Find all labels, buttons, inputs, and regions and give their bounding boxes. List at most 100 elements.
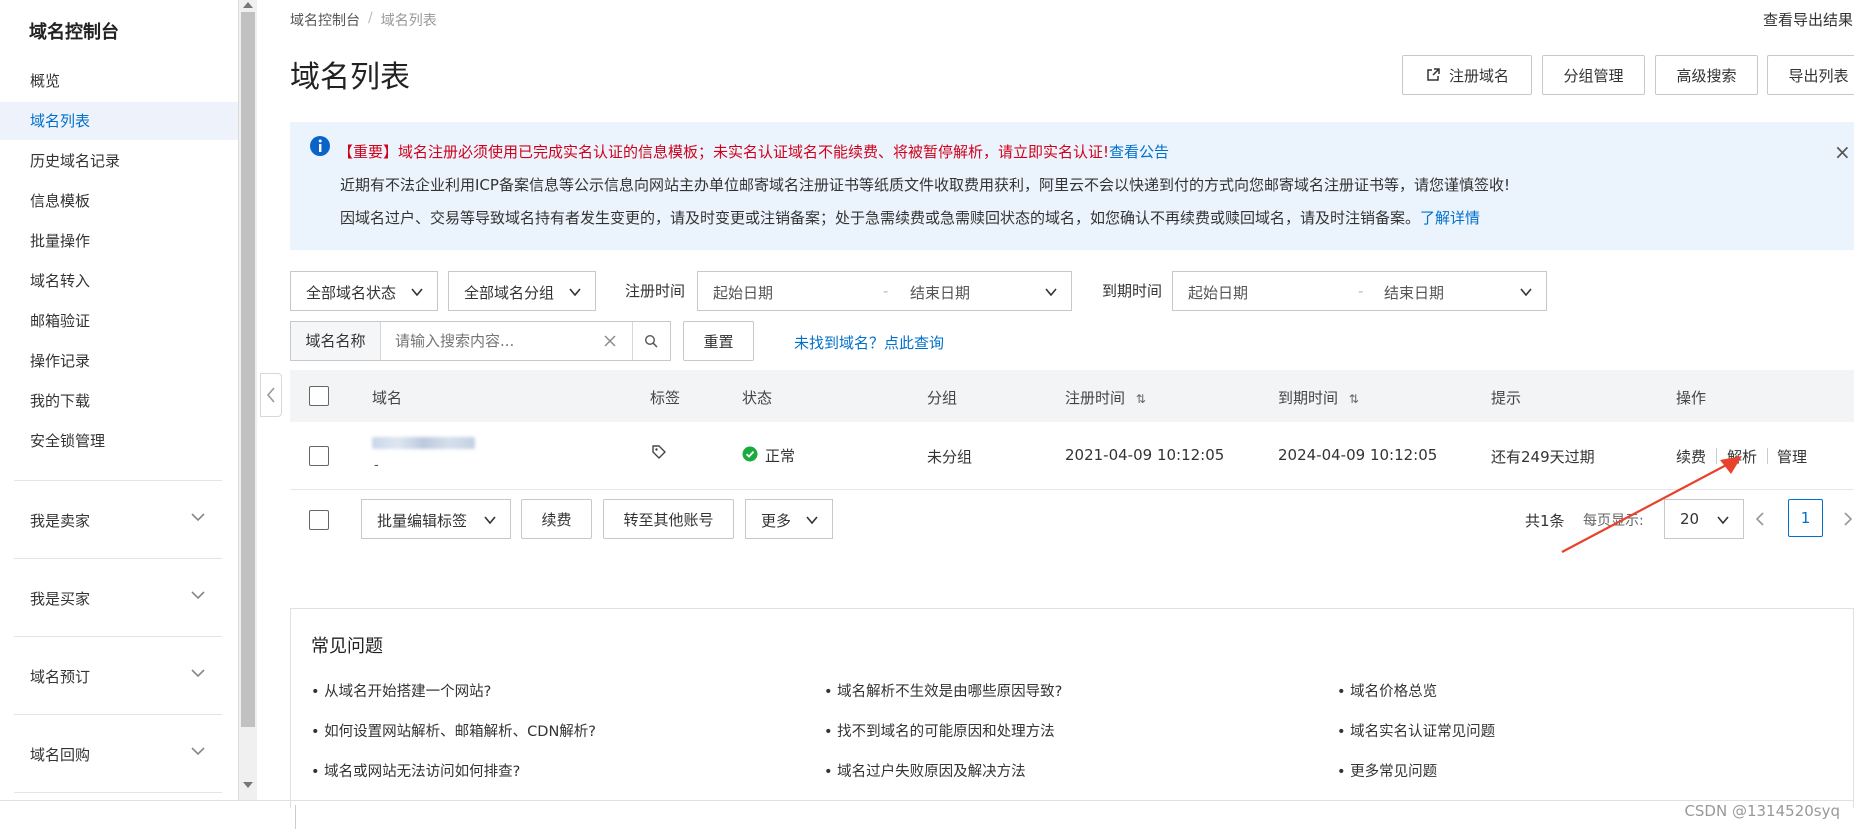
sidebar-group-buyback[interactable]: 域名回购 [14,714,222,791]
col-reg-time[interactable]: 注册时间 ⇅ [1065,387,1146,408]
domain-subtext: - [374,458,379,473]
chevron-down-icon [411,288,423,297]
col-hint: 提示 [1491,389,1522,407]
reg-time-label: 注册时间 [625,282,686,300]
divider [295,805,296,829]
scrollbar-thumb[interactable] [241,12,255,727]
tag-icon[interactable] [651,444,667,460]
faq-item[interactable]: • 如何设置网站解析、邮箱解析、CDN解析? [311,720,596,741]
sort-icon[interactable]: ⇅ [1136,392,1146,406]
domain-not-found-link[interactable]: 未找到域名？点此查询 [794,332,944,353]
export-list-button[interactable]: 导出列表 [1767,55,1854,95]
info-icon [310,136,330,156]
clear-icon[interactable] [603,334,617,348]
register-domain-button[interactable]: 注册域名 [1402,55,1532,95]
domain-name-blurred[interactable] [372,437,475,449]
reg-end-date[interactable]: 结束日期 [910,282,970,303]
col-reg-time-label: 注册时间 [1065,389,1126,407]
faq-item[interactable]: • 域名实名认证常见问题 [1337,720,1495,741]
sidebar-collapse-button[interactable] [260,373,282,417]
sort-icon[interactable]: ⇅ [1349,392,1359,406]
sidebar-item-downloads[interactable]: 我的下载 [0,382,238,420]
notice-announcement-link[interactable]: 查看公告 [1109,143,1169,161]
sidebar-item-security-lock[interactable]: 安全锁管理 [0,422,238,460]
faq-item[interactable]: • 找不到域名的可能原因和处理方法 [824,720,1055,741]
row-reg-time: 2021-04-09 10:12:05 [1065,446,1225,464]
breadcrumb-root[interactable]: 域名控制台 [290,10,360,30]
page-1-button[interactable]: 1 [1788,499,1823,537]
row-checkbox[interactable] [309,446,329,466]
notice-important-text: 域名注册必须使用已完成实名认证的信息模板；未实名认证域名不能续费、将被暂停解析，… [398,143,1110,161]
row-exp-time: 2024-04-09 10:12:05 [1278,446,1438,464]
faq-item[interactable]: • 更多常见问题 [1337,760,1437,781]
faq-item[interactable]: • 域名或网站无法访问如何排查? [311,760,520,781]
sidebar-item-transfer-in[interactable]: 域名转入 [0,262,238,300]
chevron-down-icon [484,516,496,525]
faq-item[interactable]: • 域名价格总览 [1337,680,1437,701]
close-icon[interactable]: × [1834,142,1851,162]
reg-start-date[interactable]: 起始日期 [713,282,773,303]
faq-item[interactable]: • 域名过户失败原因及解决方法 [824,760,1026,781]
scroll-up-icon[interactable] [243,2,253,8]
col-ops: 操作 [1676,389,1707,407]
exp-end-date[interactable]: 结束日期 [1384,282,1444,303]
exp-date-range-picker[interactable]: 起始日期 - 结束日期 [1172,271,1547,311]
sidebar-item-op-log[interactable]: 操作记录 [0,342,238,380]
group-manage-button[interactable]: 分组管理 [1542,55,1645,95]
export-results-link[interactable]: 查看导出结果 [1763,9,1853,30]
notice-important-prefix: 【重要】 [338,143,399,161]
notice-line-icp: 因域名过户、交易等导致域名持有者发生变更的，请及时变更或注销备案；处于急需续费或… [340,207,1480,228]
col-domain: 域名 [372,389,403,407]
page-title: 域名列表 [290,60,410,95]
select-all-checkbox[interactable] [309,386,329,406]
sidebar-group-label: 我是卖家 [30,512,91,530]
batch-renew-button[interactable]: 续费 [521,499,592,539]
reset-button[interactable]: 重置 [683,321,754,361]
manage-link[interactable]: 管理 [1777,446,1807,467]
col-exp-time-label: 到期时间 [1278,389,1339,407]
sidebar-item-history[interactable]: 历史域名记录 [0,142,238,180]
sidebar-item-templates[interactable]: 信息模板 [0,182,238,220]
faq-panel: 常见问题 • 从域名开始搭建一个网站? • 域名解析不生效是由哪些原因导致? •… [290,608,1854,808]
domain-search-group: 域名名称 [290,321,671,361]
sidebar-group-buyer[interactable]: 我是买家 [14,558,222,635]
date-range-dash: - [1358,282,1364,300]
faq-item[interactable]: • 域名解析不生效是由哪些原因导致? [824,680,1062,701]
sidebar-item-email-verify[interactable]: 邮箱验证 [0,302,238,340]
prev-page-icon[interactable] [1752,509,1768,529]
more-select[interactable]: 更多 [745,499,833,539]
sidebar-item-overview[interactable]: 概览 [0,62,238,100]
breadcrumb-separator: / [368,10,373,26]
col-status: 状态 [742,389,773,407]
domain-status-value: 全部域名状态 [306,284,397,302]
batch-edit-tags-select[interactable]: 批量编辑标签 [361,499,511,539]
faq-item[interactable]: • 从域名开始搭建一个网站? [311,680,491,701]
reg-date-range-picker[interactable]: 起始日期 - 结束日期 [697,271,1072,311]
domain-group-select[interactable]: 全部域名分组 [448,271,596,311]
divider [14,792,222,793]
table-header: 域名 标签 状态 分组 注册时间 ⇅ 到期时间 ⇅ 提示 操作 [290,370,1854,422]
search-icon[interactable] [644,334,659,349]
date-range-dash: - [883,282,889,300]
sidebar-group-seller[interactable]: 我是卖家 [14,480,222,557]
next-page-icon[interactable] [1840,509,1854,529]
notice-icp-text: 因域名过户、交易等导致域名持有者发生变更的，请及时变更或注销备案；处于急需续费或… [340,209,1421,227]
exp-start-date[interactable]: 起始日期 [1188,282,1248,303]
batch-select-checkbox[interactable] [309,510,329,530]
scroll-down-icon[interactable] [243,782,253,788]
search-input[interactable] [395,330,585,352]
sidebar-group-reserve[interactable]: 域名预订 [14,636,222,713]
sidebar-group-label: 域名预订 [30,668,91,686]
register-domain-label: 注册域名 [1448,66,1509,85]
divider [632,322,633,360]
sidebar-item-batch[interactable]: 批量操作 [0,222,238,260]
col-exp-time[interactable]: 到期时间 ⇅ [1278,387,1359,408]
transfer-account-button[interactable]: 转至其他账号 [603,499,734,539]
sidebar-item-domain-list[interactable]: 域名列表 [0,102,238,140]
col-tag: 标签 [650,389,681,407]
chevron-down-icon [191,591,205,600]
chevron-left-icon [266,387,275,403]
domain-status-select[interactable]: 全部域名状态 [290,271,438,311]
advanced-search-button[interactable]: 高级搜索 [1655,55,1758,95]
notice-learn-more-link[interactable]: 了解详情 [1420,209,1480,227]
